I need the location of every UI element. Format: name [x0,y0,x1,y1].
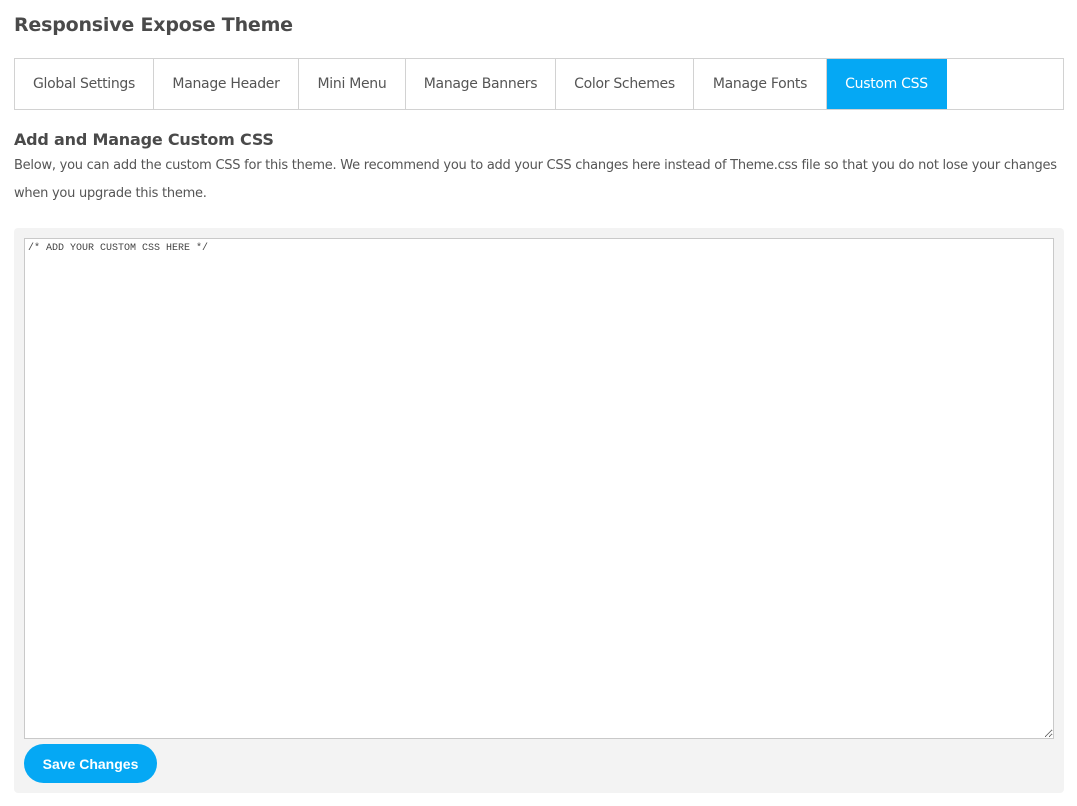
tab-global-settings[interactable]: Global Settings [15,59,154,109]
section-title: Add and Manage Custom CSS [14,130,274,149]
tab-manage-banners[interactable]: Manage Banners [406,59,556,109]
section-description: Below, you can add the custom CSS for th… [14,158,1057,201]
tab-manage-header[interactable]: Manage Header [154,59,299,109]
save-changes-button[interactable]: Save Changes [24,744,157,783]
tab-mini-menu[interactable]: Mini Menu [299,59,406,109]
tab-color-schemes[interactable]: Color Schemes [556,59,694,109]
page-title: Responsive Expose Theme [14,14,293,36]
tab-custom-css[interactable]: Custom CSS [827,59,947,109]
editor-panel: /* ADD YOUR CUSTOM CSS HERE */ Save Chan… [14,228,1064,793]
tab-manage-fonts[interactable]: Manage Fonts [694,59,827,109]
settings-tabs: Global Settings Manage Header Mini Menu … [14,58,1064,110]
custom-css-textarea[interactable]: /* ADD YOUR CUSTOM CSS HERE */ [24,238,1054,739]
